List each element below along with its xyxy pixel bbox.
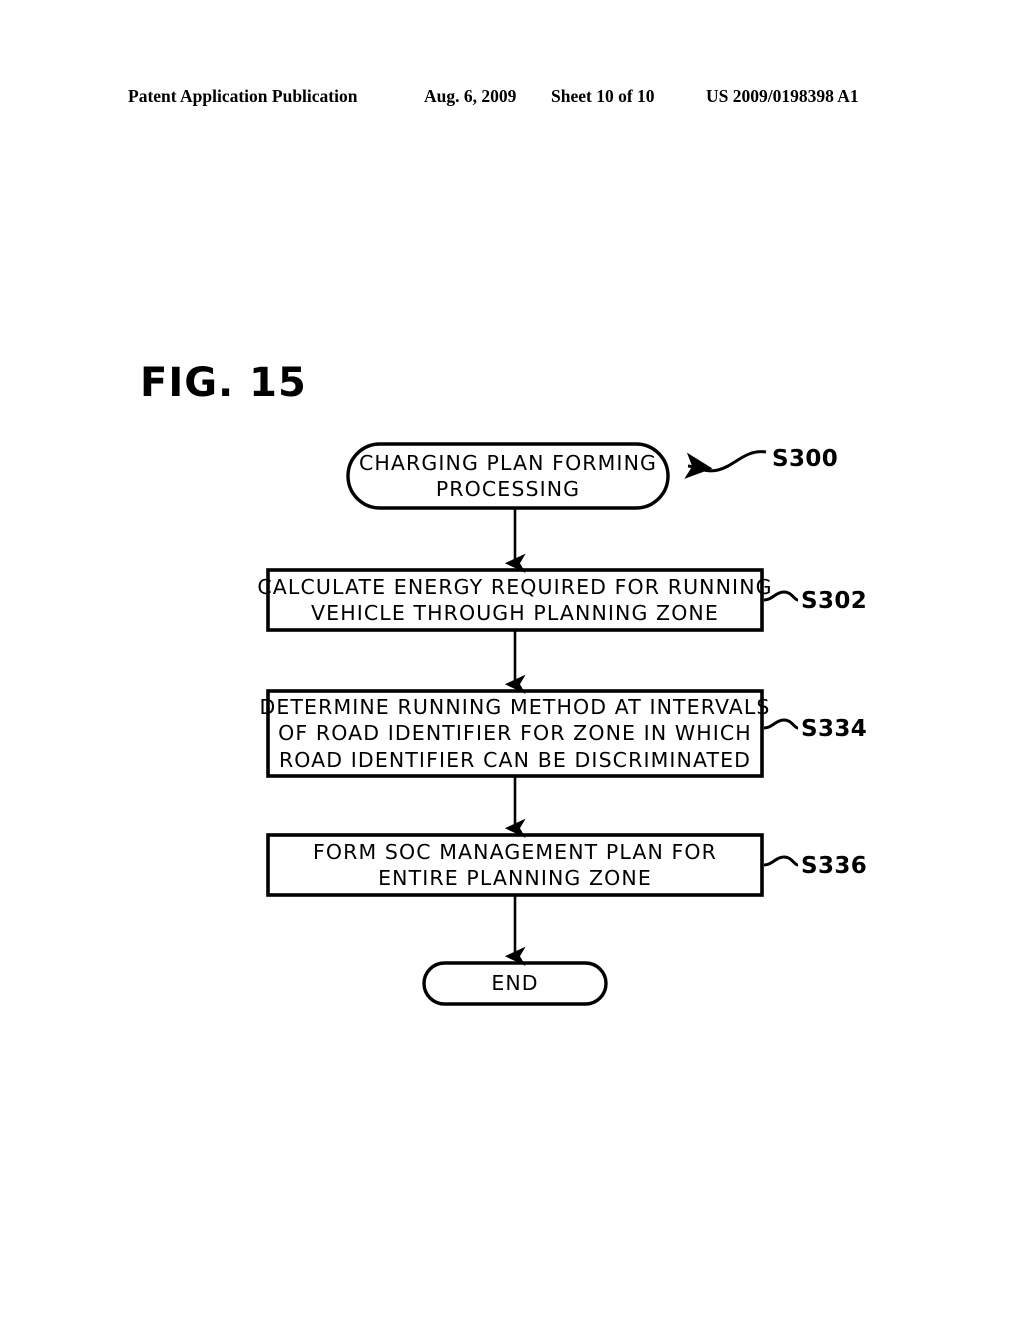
leader-line-s336 bbox=[763, 855, 799, 867]
header-publication-label: Patent Application Publication bbox=[128, 86, 358, 106]
leader-line-s334 bbox=[763, 718, 799, 730]
header-sheet-label: Sheet 10 of 10 bbox=[551, 86, 655, 106]
flowchart-diagram bbox=[266, 442, 799, 1006]
node-determine-running-method: DETERMINE RUNNING METHOD AT INTERVALS OF… bbox=[259, 691, 769, 776]
node-end: END bbox=[424, 963, 606, 1004]
node-text-line: CHARGING PLAN FORMING bbox=[358, 450, 658, 475]
leader-line-s300 bbox=[684, 450, 767, 479]
node-text-line: END bbox=[491, 971, 539, 996]
step-label-s300: S300 bbox=[772, 446, 839, 472]
node-form-soc-management-plan: FORM SOC MANAGEMENT PLAN FOR ENTIRE PLAN… bbox=[268, 835, 762, 895]
step-label-s336: S336 bbox=[801, 853, 868, 879]
figure-label: FIG. 15 bbox=[140, 360, 307, 406]
header-patent-number-label: US 2009/0198398 A1 bbox=[706, 86, 859, 106]
header-date-label: Aug. 6, 2009 bbox=[424, 86, 517, 106]
step-label-s334: S334 bbox=[801, 716, 868, 742]
step-label-s302: S302 bbox=[801, 588, 868, 614]
node-text-line: ROAD IDENTIFIER CAN BE DISCRIMINATED bbox=[278, 747, 752, 772]
node-text-line: OF ROAD IDENTIFIER FOR ZONE IN WHICH bbox=[278, 721, 752, 746]
node-text-line: VEHICLE THROUGH PLANNING ZONE bbox=[311, 601, 719, 625]
node-text-line: FORM SOC MANAGEMENT PLAN FOR bbox=[312, 839, 717, 864]
node-calculate-energy: CALCULATE ENERGY REQUIRED FOR RUNNING VE… bbox=[257, 570, 771, 630]
node-text-line: CALCULATE ENERGY REQUIRED FOR RUNNING bbox=[257, 574, 773, 599]
node-text-line: PROCESSING bbox=[435, 477, 581, 501]
node-text-line: ENTIRE PLANNING ZONE bbox=[378, 866, 652, 890]
node-text-line: DETERMINE RUNNING METHOD AT INTERVALS bbox=[259, 695, 771, 720]
node-charging-plan-forming-processing: CHARGING PLAN FORMING PROCESSING bbox=[348, 444, 668, 508]
patent-header: Patent Application Publication Aug. 6, 2… bbox=[0, 86, 1024, 114]
